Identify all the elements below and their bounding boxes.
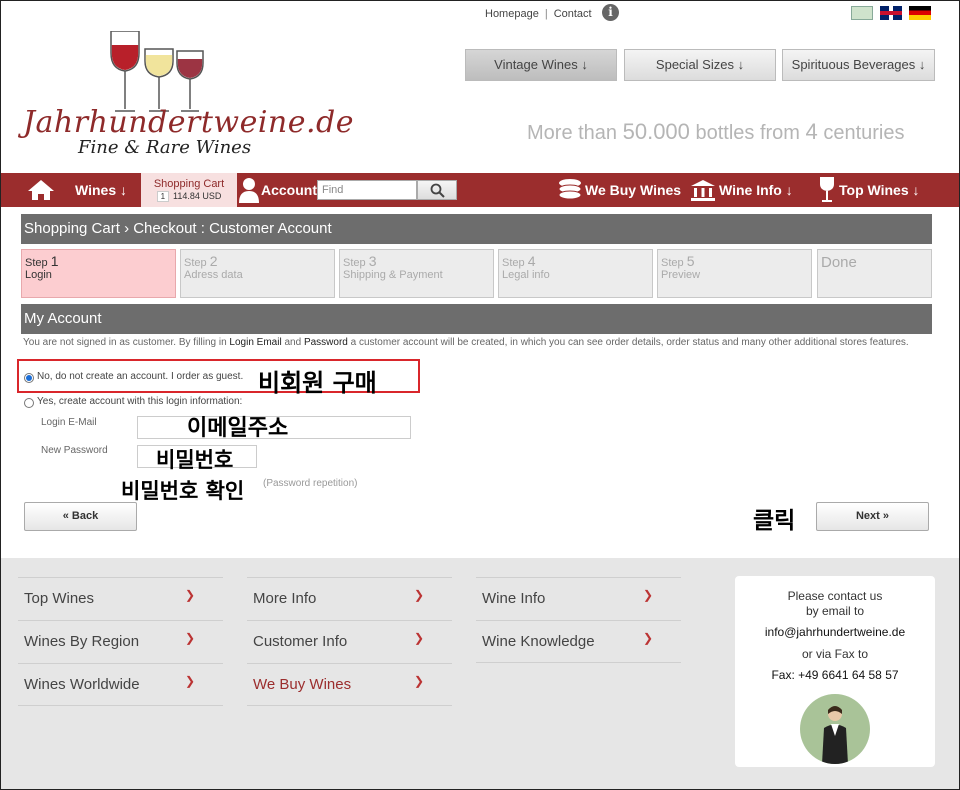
nav-wines[interactable]: Wines ↓	[75, 173, 127, 207]
step-5-preview: Step 5 Preview	[657, 249, 812, 298]
search-button[interactable]	[417, 180, 457, 200]
top-links-separator: |	[544, 8, 548, 20]
footer-top-wines[interactable]: Top Wines ❯	[18, 577, 223, 620]
shopping-cart-button[interactable]: Shopping Cart 1 114.84 USD	[141, 173, 237, 207]
annotation-email-address: 이메일주소	[187, 416, 289, 441]
chevron-down-icon: ❯	[413, 631, 424, 645]
currency-icon[interactable]	[851, 6, 873, 20]
spirituous-beverages-button[interactable]: Spirituous Beverages ↓	[782, 49, 935, 81]
contact-fax: Fax: +49 6641 64 58 57	[771, 668, 899, 682]
home-icon[interactable]	[27, 179, 55, 201]
footer-customer-info[interactable]: Customer Info ❯	[247, 620, 452, 663]
guest-order-label[interactable]: No, do not create an account. I order as…	[37, 371, 243, 382]
chevron-down-icon: ❯	[184, 588, 195, 602]
guest-order-radio[interactable]	[24, 373, 34, 383]
account-icon[interactable]	[239, 177, 259, 203]
header-tagline: More than 50.000 bottles from 4 centurie…	[527, 119, 905, 144]
login-email-label: Login E-Mail	[41, 417, 97, 428]
annotation-password-confirm: 비밀번호 확인	[121, 479, 245, 503]
search-icon	[430, 183, 445, 198]
coins-icon	[558, 179, 582, 200]
page-title: Shopping Cart › Checkout : Customer Acco…	[21, 214, 932, 244]
step-3-shipping: Step 3 Shipping & Payment	[339, 249, 494, 298]
chevron-down-icon: ❯	[413, 674, 424, 688]
logo-name[interactable]: Jahrhundertweine.de	[23, 105, 354, 140]
museum-icon	[691, 180, 715, 201]
account-notice: You are not signed in as customer. By fi…	[23, 337, 909, 348]
create-account-label[interactable]: Yes, create account with this login info…	[37, 396, 242, 407]
create-account-radio[interactable]	[24, 398, 34, 408]
chevron-down-icon: ❯	[184, 631, 195, 645]
footer-wines-worldwide[interactable]: Wines Worldwide ❯	[18, 663, 223, 706]
top-links: Homepage | Contact	[485, 8, 592, 20]
contact-box: Please contact us by email to info@jahrh…	[735, 576, 935, 767]
language-flags	[844, 6, 931, 24]
footer-wine-knowledge[interactable]: Wine Knowledge ❯	[476, 620, 681, 663]
cart-title: Shopping Cart	[153, 178, 225, 190]
nav-account[interactable]: Account	[261, 173, 317, 207]
footer-we-buy-wines[interactable]: We Buy Wines ❯	[247, 663, 452, 706]
chevron-down-icon: ❯	[184, 674, 195, 688]
my-account-title: My Account	[21, 304, 932, 334]
step-4-legal: Step 4 Legal info	[498, 249, 653, 298]
chevron-down-icon: ❯	[642, 588, 653, 602]
person-icon	[822, 706, 848, 764]
annotation-click: 클릭	[753, 508, 796, 534]
main-nav: Wines ↓ Shopping Cart 1 114.84 USD Accoun…	[1, 173, 959, 207]
vintage-wines-button[interactable]: Vintage Wines ↓	[465, 49, 617, 81]
special-sizes-button[interactable]: Special Sizes ↓	[624, 49, 776, 81]
page-frame: Homepage | Contact i Jahrhundertweine.de F…	[0, 0, 960, 790]
contact-email[interactable]: info@jahrhundertweine.de	[735, 625, 935, 639]
chevron-down-icon: ❯	[642, 631, 653, 645]
search-input[interactable]: Find	[317, 180, 417, 200]
cart-count-badge: 1	[156, 191, 170, 202]
wine-glasses-logo-icon[interactable]	[105, 31, 205, 115]
new-password-label: New Password	[41, 445, 108, 456]
annotation-guest-purchase: 비회원 구매	[258, 369, 377, 397]
avatar	[800, 694, 870, 764]
nav-wine-info[interactable]: Wine Info ↓	[719, 173, 793, 207]
step-done: Done	[817, 249, 932, 298]
wine-glass-icon	[820, 177, 834, 202]
info-icon[interactable]: i	[602, 4, 619, 21]
english-flag-icon[interactable]	[880, 6, 902, 20]
contact-link[interactable]: Contact	[554, 8, 592, 20]
contact-line-1: Please contact us	[787, 589, 883, 603]
nav-top-wines[interactable]: Top Wines ↓	[839, 173, 920, 207]
logo-tagline: Fine & Rare Wines	[78, 137, 252, 158]
chevron-down-icon: ❯	[413, 588, 424, 602]
german-flag-icon[interactable]	[909, 6, 931, 20]
contact-line-2: by email to	[805, 604, 865, 618]
contact-line-3: or via Fax to	[801, 647, 869, 661]
footer-wine-info[interactable]: Wine Info ❯	[476, 577, 681, 620]
back-button[interactable]: « Back	[24, 502, 137, 531]
footer-wines-by-region[interactable]: Wines By Region ❯	[18, 620, 223, 663]
step-1-login[interactable]: Step 1 Login	[21, 249, 176, 298]
footer-more-info[interactable]: More Info ❯	[247, 577, 452, 620]
step-2-address: Step 2 Adress data	[180, 249, 335, 298]
nav-we-buy-wines[interactable]: We Buy Wines	[585, 173, 681, 207]
cart-amount: 114.84 USD	[173, 191, 222, 201]
next-button[interactable]: Next »	[816, 502, 929, 531]
homepage-link[interactable]: Homepage	[485, 8, 539, 20]
annotation-password: 비밀번호	[156, 448, 234, 472]
password-repeat-hint: (Password repetition)	[263, 478, 358, 489]
